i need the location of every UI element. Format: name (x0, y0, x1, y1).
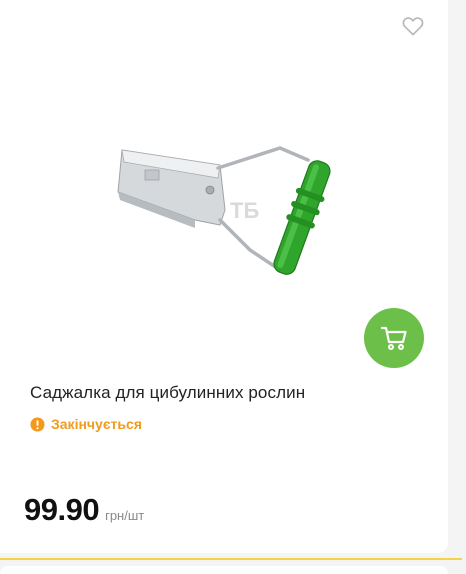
product-image[interactable]: TБ (100, 120, 350, 300)
heart-outline-icon (402, 17, 424, 36)
card-divider (0, 558, 462, 560)
price-value: 99.90 (24, 492, 100, 527)
product-listing: TБ Саджалка для цибулинних рослин Закінч… (0, 0, 466, 574)
next-product-card (0, 566, 448, 574)
stock-status: Закінчується (30, 416, 142, 432)
product-title[interactable]: Саджалка для цибулинних рослин (30, 383, 430, 403)
product-card[interactable]: TБ Саджалка для цибулинних рослин Закінч… (0, 0, 448, 553)
add-to-cart-button[interactable] (364, 308, 424, 368)
price-block: 99.90 грн/шт (24, 492, 144, 528)
cart-icon (380, 326, 407, 350)
stock-status-label: Закінчується (51, 416, 142, 432)
wishlist-button[interactable] (400, 14, 426, 38)
price-unit: грн/шт (105, 508, 145, 523)
warning-icon (30, 416, 45, 432)
watermark: TБ (230, 198, 259, 223)
